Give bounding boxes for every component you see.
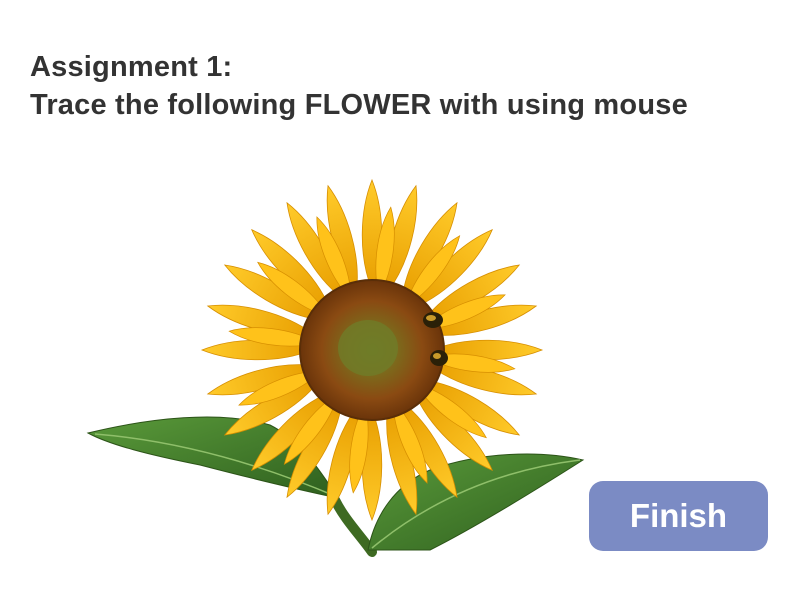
finish-button[interactable]: Finish: [589, 481, 768, 551]
assignment-heading: Assignment 1: Trace the following FLOWER…: [30, 48, 688, 124]
assignment-title: Assignment 1:: [30, 51, 233, 83]
stem: [330, 495, 377, 557]
bee-icon: [430, 350, 448, 366]
flower-center-core: [338, 320, 398, 376]
bee-icon: [423, 312, 443, 328]
assignment-instruction: Trace the following FLOWER with using mo…: [30, 89, 688, 121]
